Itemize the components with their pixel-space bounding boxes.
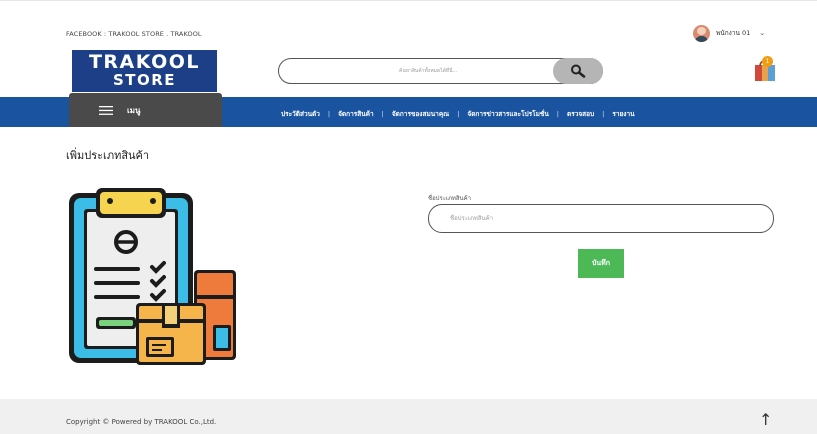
brand-line-1: TRAKOOL xyxy=(88,51,201,73)
nav-separator: | xyxy=(381,110,384,118)
brand-logo[interactable]: TRAKOOL STORE xyxy=(72,50,217,92)
social-text: FACEBOOK : TRAKOOL STORE . TRAKOOL xyxy=(66,30,202,38)
category-name-input[interactable] xyxy=(428,204,774,233)
cart-badge: 1 xyxy=(762,56,773,67)
copyright-text: Copyright © Powered by TRAKOOL Co.,Ltd. xyxy=(66,418,217,426)
nav-item-news-promotions[interactable]: จัดการข่าวสารและโปรโมชั่น xyxy=(467,109,548,119)
search-bar[interactable]: ค้นหาสินค้าทั้งหมดได้ที่นี่... xyxy=(278,58,603,84)
scroll-top-icon[interactable]: ↑ xyxy=(759,410,772,429)
nav-separator: | xyxy=(556,110,559,118)
clipboard-boxes-illustration xyxy=(69,188,236,365)
search-icon xyxy=(571,64,586,78)
nav-separator: | xyxy=(327,110,331,118)
brand-line-2: STORE xyxy=(112,71,177,89)
user-name: พนักงาน 01 xyxy=(716,29,751,37)
chevron-down-icon: ⌄ xyxy=(759,29,766,37)
page: FACEBOOK : TRAKOOL STORE . TRAKOOL พนักง… xyxy=(0,0,817,434)
nav-item-profile[interactable]: ประวัติส่วนตัว xyxy=(281,109,320,119)
avatar xyxy=(693,24,710,42)
nav-item-inspect[interactable]: ตรวจสอบ xyxy=(567,109,594,119)
nav-item-reports[interactable]: รายงาน xyxy=(612,109,634,119)
nav-item-products[interactable]: จัดการสินค้า xyxy=(338,109,374,119)
search-input[interactable]: ค้นหาสินค้าทั้งหมดได้ที่นี่... xyxy=(399,67,457,75)
menu-button[interactable]: เมนู xyxy=(69,93,222,127)
save-button[interactable]: บันทึก xyxy=(578,249,624,278)
user-menu[interactable]: พนักงาน 01 ⌄ xyxy=(693,24,765,42)
nav-item-premiums[interactable]: จัดการของสมนาคุณ xyxy=(392,109,449,119)
search-button[interactable] xyxy=(553,58,603,84)
category-name-label: ชื่อประเภทสินค้า xyxy=(428,195,472,202)
page-title: เพิ่มประเภทสินค้า xyxy=(66,149,150,162)
hamburger-icon xyxy=(99,105,113,115)
nav-separator: | xyxy=(602,110,605,118)
menu-label: เมนู xyxy=(127,105,141,115)
footer: Copyright © Powered by TRAKOOL Co.,Ltd. … xyxy=(0,399,817,434)
nav-separator: | xyxy=(457,110,460,118)
nav-items: ประวัติส่วนตัว | จัดการสินค้า | จัดการขอ… xyxy=(281,109,635,119)
